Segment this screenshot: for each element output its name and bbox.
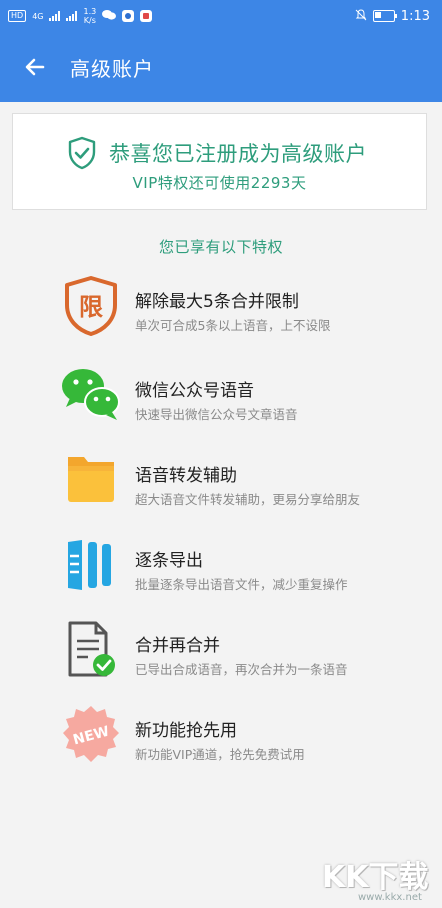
privileges-section-title: 您已享有以下特权: [158, 238, 283, 256]
clock: 1:13: [400, 8, 430, 24]
new-badge-icon: NEW: [63, 706, 119, 762]
feature-item-new-features: NEW 新功能抢先用 新功能VIP通道，抢先免费试用: [60, 704, 430, 784]
watermark-url: www.kkx.net: [358, 892, 422, 903]
feature-title: 语音转发辅助: [135, 466, 237, 486]
back-button[interactable]: [0, 32, 70, 102]
watermark-logo: KK下载 www.kkx.net: [318, 852, 442, 908]
signal-label: 4G: [32, 11, 44, 21]
vip-congrats-title: 恭喜您已注册成为高级账户: [109, 142, 367, 166]
feature-desc: 已导出合成语音，再次合并为一条语音: [135, 662, 348, 677]
feature-desc: 超大语音文件转发辅助，更易分享给朋友: [135, 492, 361, 507]
export-icon: [68, 540, 111, 590]
feature-title: 逐条导出: [135, 551, 203, 571]
page-title: 高级账户: [70, 56, 154, 81]
feature-desc: 批量逐条导出语音文件，减少重复操作: [135, 577, 348, 592]
feature-item-merge-again: 合并再合并 已导出合成语音，再次合并为一条语音: [60, 619, 430, 699]
feature-title: 新功能抢先用: [135, 721, 237, 741]
app-bar: 高级账户: [0, 32, 442, 102]
shield-check-icon: [68, 136, 96, 170]
folder-icon: [68, 457, 114, 502]
network-type-chip: HD: [8, 10, 27, 22]
wechat-icon: [62, 369, 120, 420]
vip-remaining-days: VIP特权还可使用2293天: [132, 174, 307, 192]
feature-desc: 快速导出微信公众号文章语音: [135, 407, 298, 422]
network-speed-unit: K/s: [83, 16, 96, 25]
arrow-left-icon: [25, 58, 45, 76]
feature-item-merge-limit: 限 解除最大5条合并限制 单次可合成5条以上语音，上不设限: [60, 275, 430, 355]
feature-title: 合并再合并: [135, 636, 220, 656]
limit-badge-text: 限: [79, 293, 103, 321]
limit-shield-icon: 限: [65, 276, 117, 336]
vip-status-row: 恭喜您已注册成为高级账户: [67, 136, 367, 170]
signal-strength-icon: [49, 11, 61, 21]
mute-icon: [355, 8, 367, 24]
chat-notification-icon: [102, 9, 117, 24]
signal-strength-icon-2: [66, 11, 78, 21]
feature-title: 解除最大5条合并限制: [135, 292, 299, 312]
app-notification-icon-2: [140, 10, 153, 22]
network-speed: 1.3 K/s: [83, 7, 96, 25]
network-speed-value: 1.3: [83, 7, 97, 16]
status-bar-left: HD 4G 1.3 K/s: [8, 7, 153, 25]
feature-item-export-each: 逐条导出 批量逐条导出语音文件，减少重复操作: [60, 534, 430, 614]
feature-desc: 单次可合成5条以上语音，上不设限: [135, 318, 331, 333]
battery-icon: [372, 10, 397, 22]
feature-item-wechat-voice: 微信公众号语音 快速导出微信公众号文章语音: [60, 364, 430, 444]
feature-desc: 新功能VIP通道，抢先免费试用: [135, 747, 305, 762]
status-bar: HD 4G 1.3 K/s 1:13: [0, 0, 442, 32]
status-bar-right: 1:13: [355, 9, 430, 24]
vip-status-card: 恭喜您已注册成为高级账户 VIP特权还可使用2293天: [12, 113, 427, 210]
app-notification-icon: [122, 10, 135, 22]
feature-title: 微信公众号语音: [135, 381, 254, 401]
watermark-text: KK下载: [322, 860, 429, 895]
feature-item-forward-assist: 语音转发辅助 超大语音文件转发辅助，更易分享给朋友: [60, 449, 430, 529]
document-check-icon: [68, 621, 115, 677]
